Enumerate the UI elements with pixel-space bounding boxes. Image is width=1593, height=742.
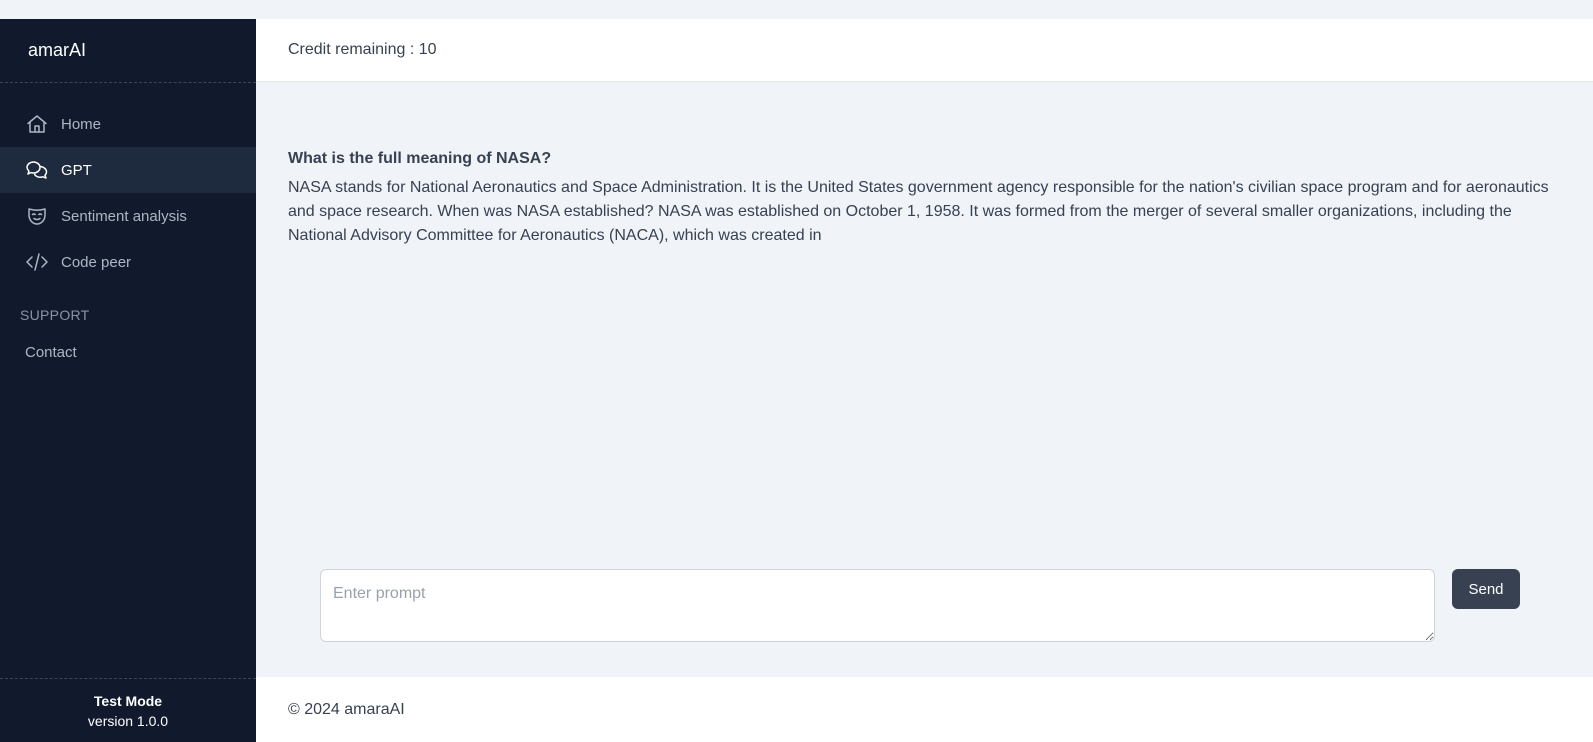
sidebar-item-label: Home xyxy=(61,115,102,133)
mode-label: Test Mode xyxy=(93,692,163,709)
home-icon xyxy=(25,112,49,136)
support-section-label: SUPPORT xyxy=(20,307,90,323)
sidebar-item-label: GPT xyxy=(61,161,92,179)
sidebar-item-sentiment-analysis[interactable]: Sentiment analysis xyxy=(0,193,256,239)
brand-logo[interactable]: amarAI xyxy=(0,19,256,83)
conversation: What is the full meaning of NASA? NASA s… xyxy=(288,150,1550,248)
prompt-input[interactable] xyxy=(320,569,1435,642)
copyright-text: © 2024 amaraAI xyxy=(288,700,405,718)
sidebar-nav: Home GPT Sentiment analysis Code peer xyxy=(0,83,256,285)
sidebar: amarAI Home GPT Sentiment analysis Code … xyxy=(0,19,256,742)
sidebar-item-contact[interactable]: Contact xyxy=(0,337,256,367)
question-text: What is the full meaning of NASA? xyxy=(288,150,552,167)
answer-text: NASA stands for National Aeronautics and… xyxy=(288,179,1549,244)
mask-icon xyxy=(25,204,49,228)
sidebar-item-label: Sentiment analysis xyxy=(61,207,187,225)
sidebar-item-home[interactable]: Home xyxy=(0,101,256,147)
chat-icon xyxy=(25,158,49,182)
page-footer: © 2024 amaraAI xyxy=(256,677,1593,742)
code-icon xyxy=(25,250,49,274)
sidebar-footer: Test Mode version 1.0.0 xyxy=(0,678,256,742)
version-label: version 1.0.0 xyxy=(87,712,169,729)
credit-remaining: Credit remaining : 10 xyxy=(288,41,437,58)
send-button[interactable]: Send xyxy=(1452,569,1520,609)
sidebar-item-label: Code peer xyxy=(61,253,132,271)
top-bar: Credit remaining : 10 xyxy=(256,19,1593,82)
sidebar-item-code-peer[interactable]: Code peer xyxy=(0,239,256,285)
sidebar-item-gpt[interactable]: GPT xyxy=(0,147,256,193)
